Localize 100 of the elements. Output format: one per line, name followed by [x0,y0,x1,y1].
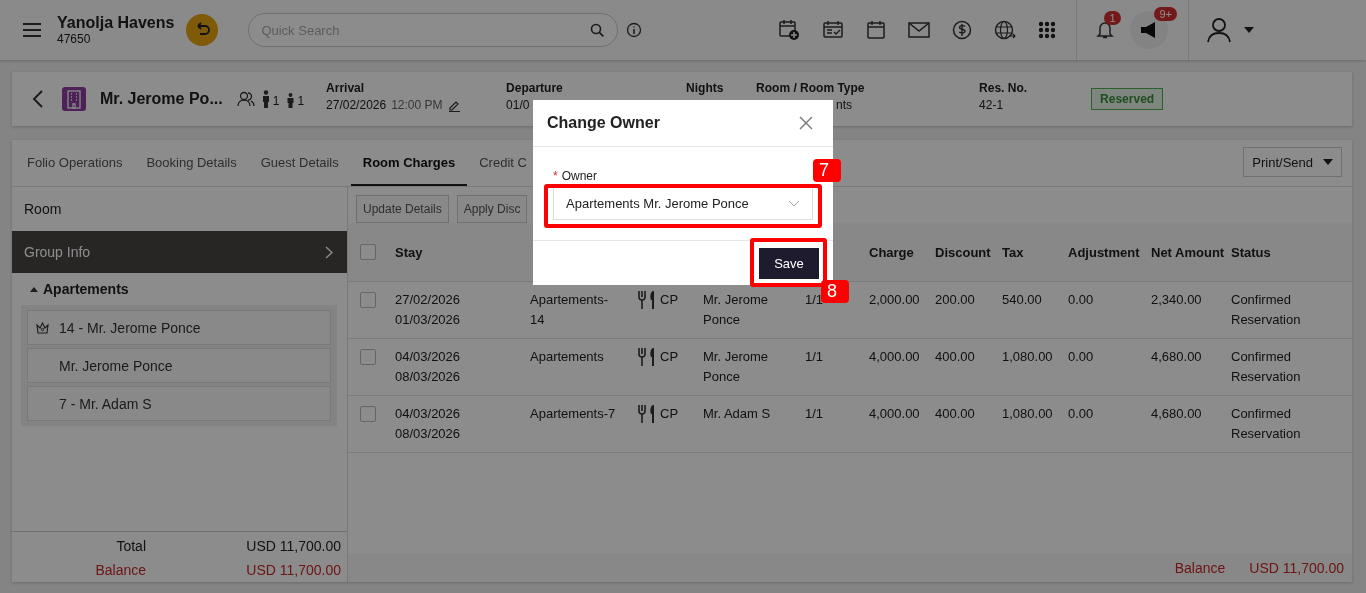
hotel-code: 47650 [57,32,92,46]
column-header: Stay [395,244,424,260]
guest-name: Mr. Jerome Po... [100,90,223,108]
tab[interactable]: Folio Operations [15,140,135,186]
undo-icon[interactable] [186,14,219,46]
step-badge: 8 [821,280,849,303]
chevron-down-icon [788,199,800,207]
calendar-check-icon[interactable] [822,20,845,40]
room-label: Room [23,200,63,219]
guests-icon [236,91,255,107]
crown-icon [36,321,49,334]
status-badge: Reserved [1091,88,1164,110]
table-cell-text: 0.00 [1068,291,1094,309]
table-cell-text: 540.00 [1002,291,1042,309]
search-icon[interactable] [590,23,605,37]
dollar-icon[interactable] [952,20,973,40]
table-cell-text: Apartements-14 [530,291,610,329]
column-header: Charge [869,244,915,260]
tab[interactable]: Guest Details [248,140,351,186]
balance-label: Balance [1174,560,1226,576]
row-checkbox[interactable] [360,349,376,365]
meal-plan: CP [660,291,679,309]
departure-label: Departure [506,81,564,95]
arrival-label: Arrival [326,81,366,95]
calendar-icon[interactable] [866,20,887,40]
dialog-title: Change Owner [547,114,660,132]
table-cell-text: 400.00 [935,405,975,423]
row-checkbox[interactable] [360,292,376,308]
save-button[interactable]: Save [759,247,819,279]
user-icon[interactable] [1206,17,1233,43]
table-cell-text: 1/1 [805,291,824,309]
table-cell-text: 4,680.00 [1151,348,1202,366]
room-type-label: Room / Room Type [756,81,866,95]
table-cell-text: 1,080.00 [1002,348,1053,366]
print-send-button[interactable]: Print/Send [1243,147,1342,177]
table-cell-text: 0.00 [1068,405,1094,423]
balance-amount: USD 11,700.00 [245,562,341,578]
toolbar-button[interactable]: Apply Disc [456,195,528,223]
caret-icon [30,286,38,292]
adult-icon [260,90,271,108]
child-icon [286,93,296,108]
select-all-checkbox[interactable] [360,244,376,260]
owner-label: Owner [561,169,597,183]
room-guest-item[interactable]: 7 - Mr. Adam S [27,386,331,421]
room-guest-item[interactable]: 14 - Mr. Jerome Ponce [27,310,331,345]
child-count: 1 [297,94,305,108]
toolbar-button[interactable]: Update Details [356,195,449,223]
stay-dates: 27/02/2026 01/03/2026 [395,291,461,329]
arrival-time: 12:00 PM [391,98,443,112]
adult-count: 1 [272,94,280,108]
tab[interactable]: Credit C [467,140,539,186]
apps-grid-icon[interactable] [1038,21,1057,39]
step-badge: 7 [813,159,841,182]
balance-amount: USD 11,700.00 [1249,560,1344,576]
total-amount: USD 11,700.00 [245,538,341,554]
building-icon [62,87,86,111]
balance-label: Balance [94,562,146,578]
tab[interactable]: Booking Details [134,140,249,186]
mail-icon[interactable] [908,22,931,38]
room-type-value: nts [835,98,854,112]
row-checkbox[interactable] [360,406,376,422]
res-no-label: Res. No. [979,81,1029,95]
departure-date: 01/0 [506,98,531,112]
caret-icon[interactable] [1244,27,1255,33]
table-cell-text: 2,000.00 [869,291,920,309]
table-cell-text: Mr. Jerome Ponce [703,348,769,386]
info-icon[interactable] [626,22,643,38]
res-no: 42-1 [979,98,1005,112]
meal-plan: CP [660,348,679,366]
table-cell-text: 4,000.00 [869,348,920,366]
room-guest-item[interactable]: Mr. Jerome Ponce [27,348,331,383]
globe-icon[interactable] [994,20,1017,40]
required-mark: * [553,169,558,183]
bell-icon[interactable] [1096,20,1115,40]
table-cell-text: 200.00 [935,291,975,309]
close-icon[interactable] [799,116,813,130]
calendar-add-icon[interactable] [778,19,801,41]
table-cell-text: 2,340.00 [1151,291,1202,309]
table-cell-text: Confirmed Reservation [1231,405,1302,443]
fork-knife-icon [637,404,657,424]
column-header: Net Amount [1151,244,1226,260]
back-icon[interactable] [32,90,44,108]
tab[interactable]: Room Charges [350,140,468,186]
column-header: Discount [935,244,992,260]
arrival-date: 27/02/2026 [326,98,387,112]
table-cell-text: 400.00 [935,348,975,366]
group-info-item[interactable]: Group Info [12,231,347,273]
group-header[interactable]: Apartements [12,273,347,305]
table-cell-text: 4,680.00 [1151,405,1202,423]
table-cell-text: 1/1 [805,348,824,366]
table-cell-text: 1,080.00 [1002,405,1053,423]
meal-plan: CP [660,405,679,423]
stay-dates: 04/03/2026 08/03/2026 [395,405,461,443]
stay-dates: 04/03/2026 08/03/2026 [395,348,461,386]
menu-icon[interactable] [22,22,42,38]
table-cell-text: Confirmed Reservation [1231,348,1302,386]
table-cell-text: 1/1 [805,405,824,423]
hotel-name: Yanolja Havens [57,14,175,32]
caret-icon [1323,159,1333,165]
table-cell-text: Mr. Adam S [703,405,771,423]
